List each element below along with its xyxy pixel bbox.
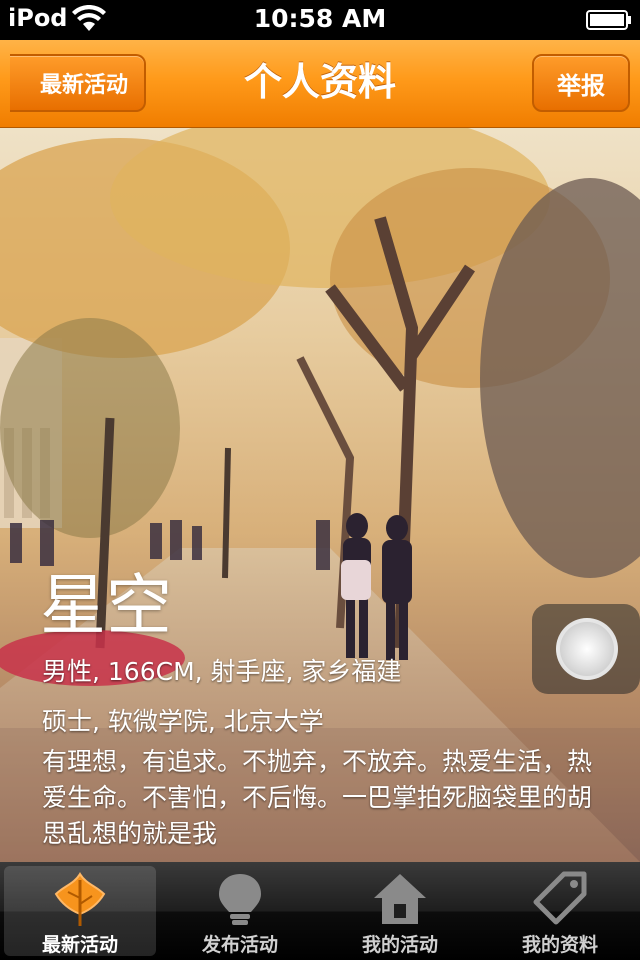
assistive-touch-button[interactable] bbox=[532, 604, 640, 694]
home-icon bbox=[374, 874, 426, 924]
profile-name: 星空 bbox=[40, 567, 172, 644]
tab-label: 发布活动 bbox=[201, 934, 278, 956]
tab-label: 最新活动 bbox=[41, 934, 118, 956]
lightbulb-icon bbox=[219, 874, 261, 925]
leaf-icon bbox=[54, 872, 106, 926]
tab-label: 我的资料 bbox=[521, 934, 598, 956]
tab-latest-activities[interactable]: 最新活动 bbox=[0, 862, 160, 960]
profile-photo: 星空 男性, 166CM, 射手座, 家乡福建 硕士, 软微学院, 北京大学 有… bbox=[0, 128, 640, 862]
nav-bar: 最新活动 个人资料 举报 bbox=[0, 40, 640, 128]
battery-icon bbox=[586, 10, 631, 30]
status-bar: iPod 10:58 AM bbox=[0, 0, 640, 40]
report-button-label: 举报 bbox=[557, 71, 605, 100]
profile-education: 硕士, 软微学院, 北京大学 bbox=[42, 707, 324, 736]
profile-basic-info: 男性, 166CM, 射手座, 家乡福建 bbox=[42, 657, 402, 686]
tab-label: 我的活动 bbox=[361, 934, 438, 956]
tab-bar: 最新活动 发布活动 我的活动 我的资料 bbox=[0, 862, 640, 960]
tag-icon bbox=[533, 871, 587, 925]
tab-my-activities[interactable]: 我的活动 bbox=[320, 862, 480, 960]
assistive-touch-icon bbox=[556, 618, 618, 680]
profile-bio: 有理想，有追求。不抛弃，不放弃。热爱生活，热爱生命。不害怕，不后悔。一巴掌拍死脑… bbox=[42, 747, 593, 848]
status-time: 10:58 AM bbox=[253, 4, 387, 33]
tab-my-profile[interactable]: 我的资料 bbox=[480, 862, 640, 960]
report-button[interactable]: 举报 bbox=[532, 54, 630, 112]
tab-publish-activity[interactable]: 发布活动 bbox=[160, 862, 320, 960]
